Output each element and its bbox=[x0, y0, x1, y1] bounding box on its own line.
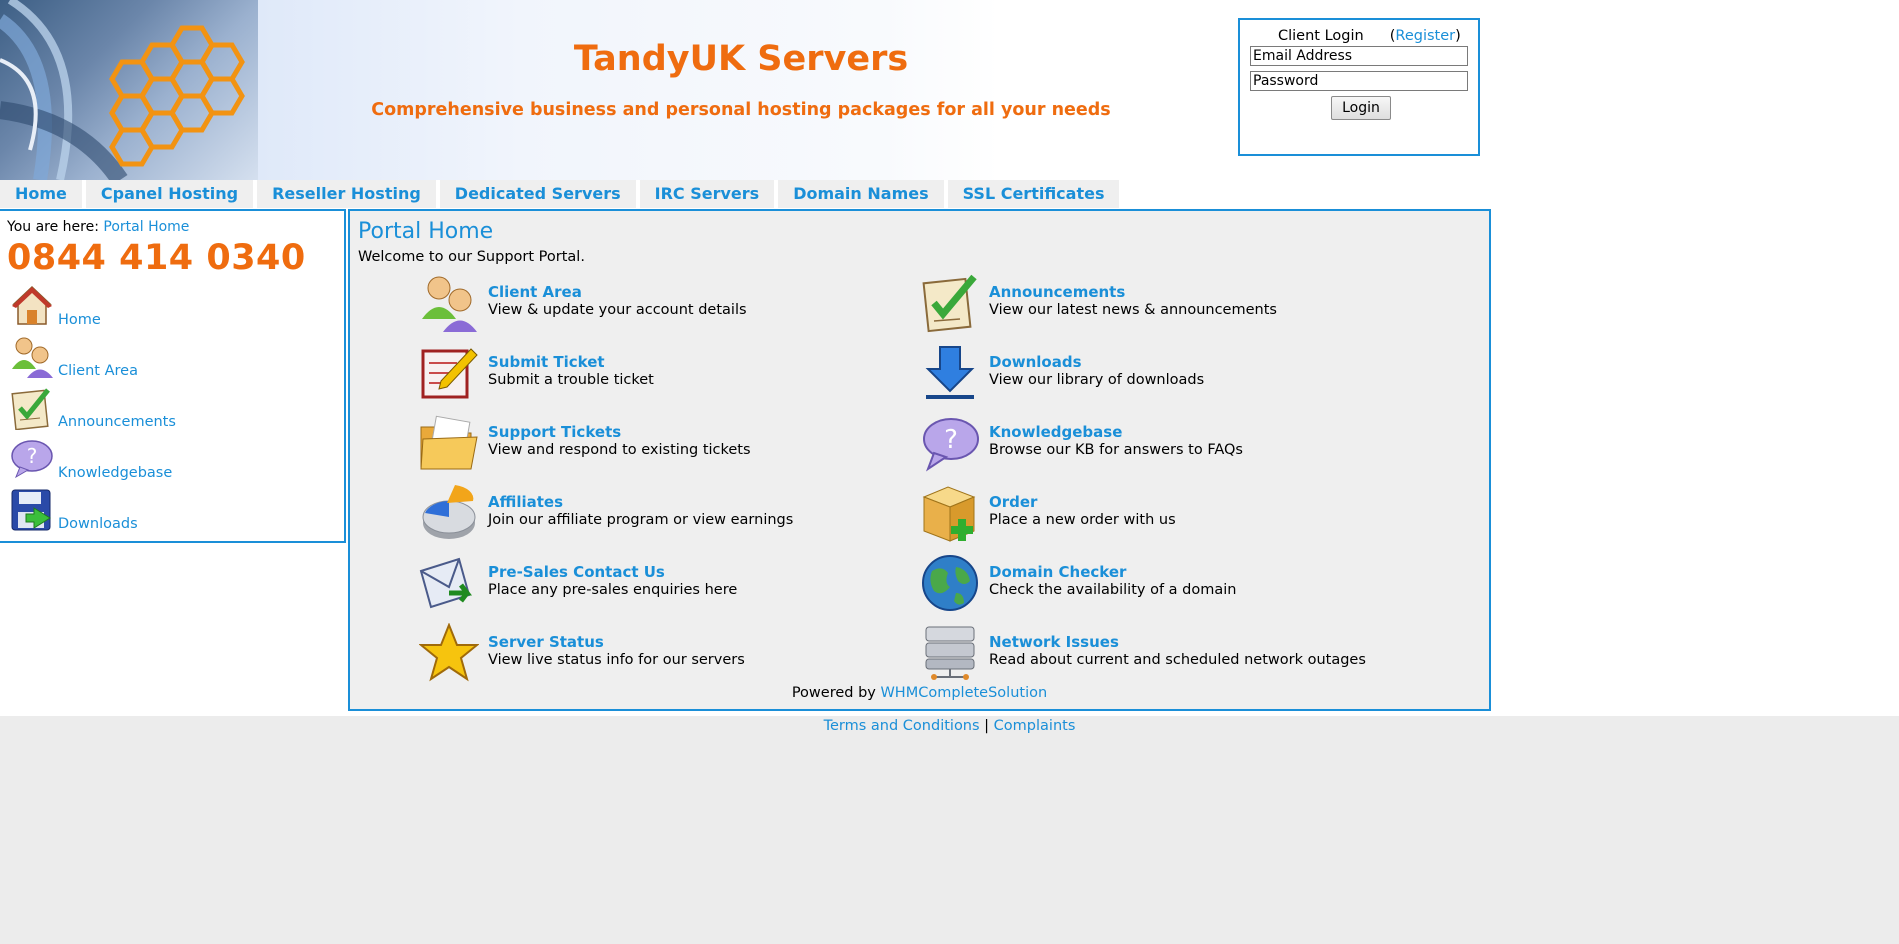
globe-icon bbox=[922, 555, 978, 611]
feature-title[interactable]: Announcements bbox=[989, 283, 1125, 301]
nav-tab-dedicated-servers[interactable]: Dedicated Servers bbox=[439, 180, 636, 208]
feature-title[interactable]: Affiliates bbox=[488, 493, 563, 511]
users-icon bbox=[12, 337, 53, 378]
star-icon bbox=[419, 623, 479, 682]
register-link[interactable]: Register bbox=[1395, 28, 1455, 44]
feature-description: View & update your account details bbox=[488, 302, 747, 318]
feature-title[interactable]: Domain Checker bbox=[989, 563, 1126, 581]
feature-order[interactable]: Order Place a new order with us bbox=[920, 483, 1370, 547]
feature-title[interactable]: Client Area bbox=[488, 283, 582, 301]
terms-link[interactable]: Terms and Conditions bbox=[824, 718, 980, 734]
folder-icon bbox=[420, 415, 478, 470]
sidebar-item-label: Home bbox=[58, 312, 101, 328]
feature-network-issues[interactable]: Network Issues Read about current and sc… bbox=[920, 623, 1370, 687]
feature-title[interactable]: Network Issues bbox=[989, 633, 1119, 651]
question-icon: ? bbox=[11, 440, 53, 479]
client-login-box: Client Login(Register) Login bbox=[1238, 18, 1480, 156]
feature-knowledgebase[interactable]: ? Knowledgebase Browse our KB for answer… bbox=[920, 413, 1370, 477]
feature-description: View our latest news & announcements bbox=[989, 302, 1277, 318]
page-subtitle: Welcome to our Support Portal. bbox=[358, 249, 585, 265]
sidebar-item-label: Announcements bbox=[58, 414, 176, 430]
home-icon bbox=[12, 285, 52, 325]
feature-description: Place a new order with us bbox=[989, 512, 1176, 528]
feature-title[interactable]: Pre-Sales Contact Us bbox=[488, 563, 665, 581]
box-add-icon bbox=[922, 486, 976, 542]
feature-pre-sales-contact[interactable]: Pre-Sales Contact Us Place any pre-sales… bbox=[419, 553, 869, 617]
footer: Terms and Conditions | Complaints bbox=[0, 718, 1899, 734]
feature-support-tickets[interactable]: Support Tickets View and respond to exis… bbox=[419, 413, 869, 477]
svg-text:?: ? bbox=[944, 425, 958, 455]
pie-chart-icon bbox=[422, 485, 476, 539]
feature-description: Read about current and scheduled network… bbox=[989, 652, 1366, 668]
feature-server-status[interactable]: Server Status View live status info for … bbox=[419, 623, 869, 687]
sidebar-item-label: Knowledgebase bbox=[58, 465, 173, 481]
main-content: Portal Home Welcome to our Support Porta… bbox=[348, 209, 1491, 711]
password-field[interactable] bbox=[1250, 71, 1468, 91]
sidebar-item-client-area[interactable]: Client Area bbox=[10, 335, 310, 383]
svg-text:?: ? bbox=[27, 444, 38, 468]
breadcrumb: You are here: Portal Home bbox=[7, 219, 189, 235]
sidebar-item-label: Client Area bbox=[58, 363, 138, 379]
page-title: Portal Home bbox=[358, 219, 494, 244]
logo-honeycomb-icon bbox=[0, 0, 258, 180]
users-icon bbox=[422, 276, 477, 332]
feature-domain-checker[interactable]: Domain Checker Check the availability of… bbox=[920, 553, 1370, 617]
feature-description: View live status info for our servers bbox=[488, 652, 745, 668]
feature-description: Check the availability of a domain bbox=[989, 582, 1237, 598]
email-field[interactable] bbox=[1250, 46, 1468, 66]
feature-title[interactable]: Order bbox=[989, 493, 1037, 511]
feature-description: Place any pre-sales enquiries here bbox=[488, 582, 738, 598]
login-title: Client Login bbox=[1278, 28, 1364, 44]
sidebar: You are here: Portal Home 0844 414 0340 … bbox=[0, 209, 346, 543]
checklist-icon bbox=[922, 274, 977, 333]
checklist-icon bbox=[11, 388, 50, 430]
question-icon: ? bbox=[923, 418, 979, 472]
nav-tab-ssl-certificates[interactable]: SSL Certificates bbox=[947, 180, 1120, 208]
login-button[interactable]: Login bbox=[1331, 96, 1391, 120]
download-arrow-icon bbox=[925, 346, 975, 399]
main-nav: Home Cpanel Hosting Reseller Hosting Ded… bbox=[0, 180, 1120, 208]
sidebar-item-label: Downloads bbox=[58, 516, 138, 532]
floppy-download-icon bbox=[11, 489, 51, 531]
feature-title[interactable]: Server Status bbox=[488, 633, 604, 651]
nav-tab-domain-names[interactable]: Domain Names bbox=[778, 180, 944, 208]
feature-title[interactable]: Downloads bbox=[989, 353, 1082, 371]
feature-announcements[interactable]: Announcements View our latest news & ann… bbox=[920, 273, 1370, 337]
feature-affiliates[interactable]: Affiliates Join our affiliate program or… bbox=[419, 483, 869, 547]
feature-description: View our library of downloads bbox=[989, 372, 1205, 388]
server-icon bbox=[925, 626, 975, 680]
breadcrumb-link-portal-home[interactable]: Portal Home bbox=[103, 219, 189, 235]
whmcs-link[interactable]: WHMCompleteSolution bbox=[880, 685, 1047, 701]
feature-description: Join our affiliate program or view earni… bbox=[488, 512, 794, 528]
complaints-link[interactable]: Complaints bbox=[994, 718, 1076, 734]
envelope-icon bbox=[419, 557, 472, 609]
feature-description: Browse our KB for answers to FAQs bbox=[989, 442, 1243, 458]
nav-tab-cpanel-hosting[interactable]: Cpanel Hosting bbox=[85, 180, 254, 208]
powered-by: Powered by WHMCompleteSolution bbox=[350, 685, 1489, 701]
footer-separator: | bbox=[984, 718, 990, 734]
login-heading: Client Login (Register) bbox=[1278, 28, 1461, 44]
sidebar-item-home[interactable]: Home bbox=[10, 284, 310, 332]
feature-title[interactable]: Submit Ticket bbox=[488, 353, 605, 371]
feature-downloads[interactable]: Downloads View our library of downloads bbox=[920, 343, 1370, 407]
feature-description: Submit a trouble ticket bbox=[488, 372, 654, 388]
feature-description: View and respond to existing tickets bbox=[488, 442, 751, 458]
nav-tab-home[interactable]: Home bbox=[0, 180, 82, 208]
nav-tab-reseller-hosting[interactable]: Reseller Hosting bbox=[257, 180, 436, 208]
feature-client-area[interactable]: Client Area View & update your account d… bbox=[419, 273, 869, 337]
feature-submit-ticket[interactable]: Submit Ticket Submit a trouble ticket bbox=[419, 343, 869, 407]
sidebar-item-knowledgebase[interactable]: ? Knowledgebase bbox=[10, 437, 310, 485]
ticket-pen-icon bbox=[421, 348, 478, 399]
phone-number: 0844 414 0340 bbox=[7, 238, 306, 278]
feature-title[interactable]: Knowledgebase bbox=[989, 423, 1122, 441]
breadcrumb-prefix: You are here: bbox=[7, 219, 99, 235]
nav-tab-irc-servers[interactable]: IRC Servers bbox=[639, 180, 775, 208]
feature-title[interactable]: Support Tickets bbox=[488, 423, 621, 441]
sidebar-item-announcements[interactable]: Announcements bbox=[10, 386, 310, 434]
powered-by-prefix: Powered by bbox=[791, 685, 876, 701]
sidebar-item-downloads[interactable]: Downloads bbox=[10, 488, 310, 536]
